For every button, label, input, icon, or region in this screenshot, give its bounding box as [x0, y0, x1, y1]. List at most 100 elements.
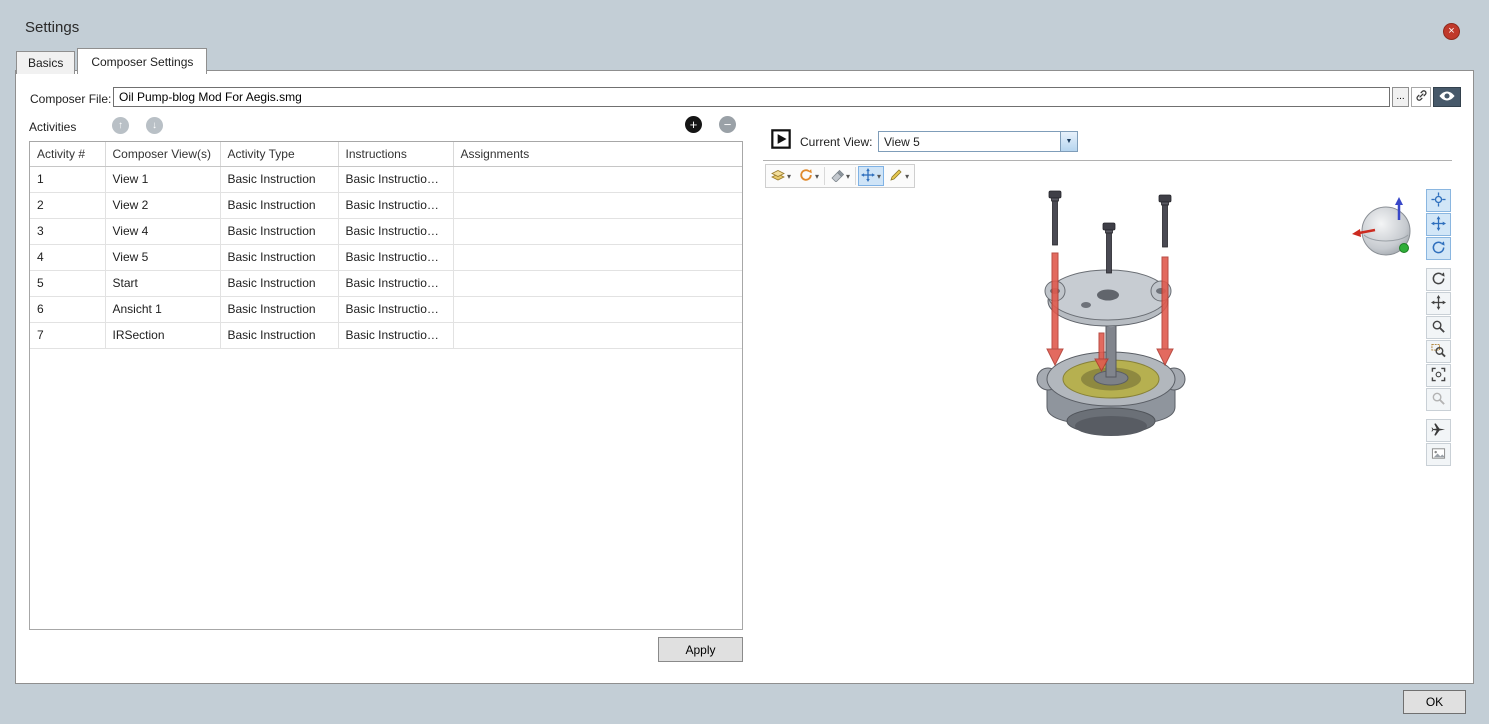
zoom-area-button[interactable] — [1426, 340, 1451, 363]
remove-activity-button[interactable]: − — [719, 116, 736, 133]
tab-bar: Basics Composer Settings — [16, 48, 209, 74]
move-up-button[interactable]: ↑ — [112, 117, 129, 134]
col-assignments: Assignments — [453, 142, 742, 166]
rotate-camera-button[interactable] — [1426, 237, 1451, 260]
3d-model-oil-pump[interactable] — [1011, 183, 1211, 446]
activity-row[interactable]: 7 IRSection Basic Instruction Basic Inst… — [30, 322, 742, 348]
move-camera-button[interactable] — [1426, 213, 1451, 236]
chevron-down-icon: ▾ — [787, 172, 791, 181]
play-button[interactable] — [770, 129, 792, 151]
cell-activity-type: Basic Instruction — [220, 296, 338, 322]
pan-button[interactable] — [1426, 292, 1451, 315]
col-activity-number: Activity # — [30, 142, 105, 166]
eraser-tool-button[interactable]: ▾ — [827, 166, 853, 186]
chevron-down-icon: ▾ — [877, 172, 881, 181]
cell-activity-number: 5 — [30, 270, 105, 296]
cell-assignments — [453, 244, 742, 270]
cell-composer-view: IRSection — [105, 322, 220, 348]
add-activity-button[interactable]: + — [685, 116, 702, 133]
spin-button[interactable] — [1426, 268, 1451, 291]
activity-row[interactable]: 4 View 5 Basic Instruction Basic Instruc… — [30, 244, 742, 270]
tab-composer-settings[interactable]: Composer Settings — [77, 48, 207, 74]
cell-composer-view: View 2 — [105, 192, 220, 218]
browse-button[interactable]: ... — [1392, 87, 1409, 107]
activity-row[interactable]: 1 View 1 Basic Instruction Basic Instruc… — [30, 166, 742, 192]
orientation-sphere[interactable] — [1350, 195, 1422, 270]
cell-composer-view: Start — [105, 270, 220, 296]
preview-button[interactable] — [1433, 87, 1461, 107]
center-view-button[interactable] — [1426, 189, 1451, 212]
eraser-icon — [830, 168, 844, 185]
rotate-icon — [799, 168, 813, 185]
rotate-arrow-icon — [1431, 240, 1446, 258]
cell-assignments — [453, 296, 742, 322]
cell-instructions: Basic Instruction A... — [338, 270, 453, 296]
cell-instructions: Basic Instruction A... — [338, 322, 453, 348]
col-composer-views: Composer View(s) — [105, 142, 220, 166]
cell-activity-type: Basic Instruction — [220, 218, 338, 244]
cell-activity-number: 3 — [30, 218, 105, 244]
magnifier-disabled-icon — [1431, 391, 1446, 409]
layers-tool-button[interactable]: ▾ — [768, 166, 794, 186]
draw-tool-button[interactable]: ▾ — [886, 166, 912, 186]
move-icon — [861, 168, 875, 185]
magnifier-icon — [1431, 319, 1446, 337]
activity-row[interactable]: 5 Start Basic Instruction Basic Instruct… — [30, 270, 742, 296]
link-button[interactable] — [1411, 87, 1431, 107]
eye-icon — [1438, 90, 1456, 105]
tab-basics[interactable]: Basics — [16, 51, 75, 74]
spin-icon — [1431, 271, 1446, 289]
pencil-icon — [889, 168, 903, 185]
rotate-tool-button[interactable]: ▾ — [796, 166, 822, 186]
layers-icon — [771, 168, 785, 185]
picture-icon — [1431, 446, 1446, 464]
cell-composer-view: Ansicht 1 — [105, 296, 220, 322]
apply-button[interactable]: Apply — [658, 637, 743, 662]
view-image-button[interactable] — [1426, 443, 1451, 466]
current-view-label: Current View: — [800, 135, 872, 149]
activities-table: Activity # Composer View(s) Activity Typ… — [29, 141, 743, 630]
cell-assignments — [453, 322, 742, 348]
cell-activity-type: Basic Instruction — [220, 166, 338, 192]
cell-assignments — [453, 218, 742, 244]
cell-instructions: Basic Instruction A... — [338, 192, 453, 218]
col-instructions: Instructions — [338, 142, 453, 166]
zoom-button[interactable] — [1426, 316, 1451, 339]
content-panel: Composer File: ... Activities ↑ ↓ — [15, 70, 1474, 684]
current-view-select[interactable]: View 5 ▼ — [878, 131, 1078, 152]
cell-instructions: Basic Instruction A... — [338, 244, 453, 270]
cell-assignments — [453, 270, 742, 296]
composer-file-input[interactable] — [113, 87, 1390, 107]
cell-assignments — [453, 166, 742, 192]
cell-assignments — [453, 192, 742, 218]
cell-activity-type: Basic Instruction — [220, 322, 338, 348]
cell-composer-view: View 1 — [105, 166, 220, 192]
move-tool-button[interactable]: ▾ — [858, 166, 884, 186]
cell-activity-type: Basic Instruction — [220, 244, 338, 270]
close-button[interactable]: × — [1443, 23, 1460, 40]
zoom-selection-button[interactable] — [1426, 388, 1451, 411]
fly-mode-button[interactable] — [1426, 419, 1451, 442]
cell-activity-number: 1 — [30, 166, 105, 192]
viewer-toolbar: ▾ ▾ ▾ — [765, 164, 915, 188]
cell-activity-number: 6 — [30, 296, 105, 322]
move-down-button[interactable]: ↓ — [146, 117, 163, 134]
cell-activity-number: 4 — [30, 244, 105, 270]
cell-instructions: Basic Instruction A... — [338, 296, 453, 322]
composer-file-label: Composer File: — [30, 92, 111, 106]
activity-row[interactable]: 3 View 4 Basic Instruction Basic Instruc… — [30, 218, 742, 244]
move-arrows-icon — [1431, 216, 1446, 234]
toolbar-separator — [855, 167, 856, 185]
play-icon — [771, 137, 791, 152]
window-title: Settings — [25, 19, 79, 36]
ok-button[interactable]: OK — [1403, 690, 1466, 714]
link-icon — [1415, 89, 1428, 105]
cell-activity-number: 7 — [30, 322, 105, 348]
viewport-nav-toolbar — [1424, 189, 1452, 466]
fit-view-button[interactable] — [1426, 364, 1451, 387]
close-icon: × — [1448, 25, 1454, 37]
cell-instructions: Basic Instruction A... — [338, 218, 453, 244]
activity-row[interactable]: 6 Ansicht 1 Basic Instruction Basic Inst… — [30, 296, 742, 322]
col-activity-type: Activity Type — [220, 142, 338, 166]
activity-row[interactable]: 2 View 2 Basic Instruction Basic Instruc… — [30, 192, 742, 218]
